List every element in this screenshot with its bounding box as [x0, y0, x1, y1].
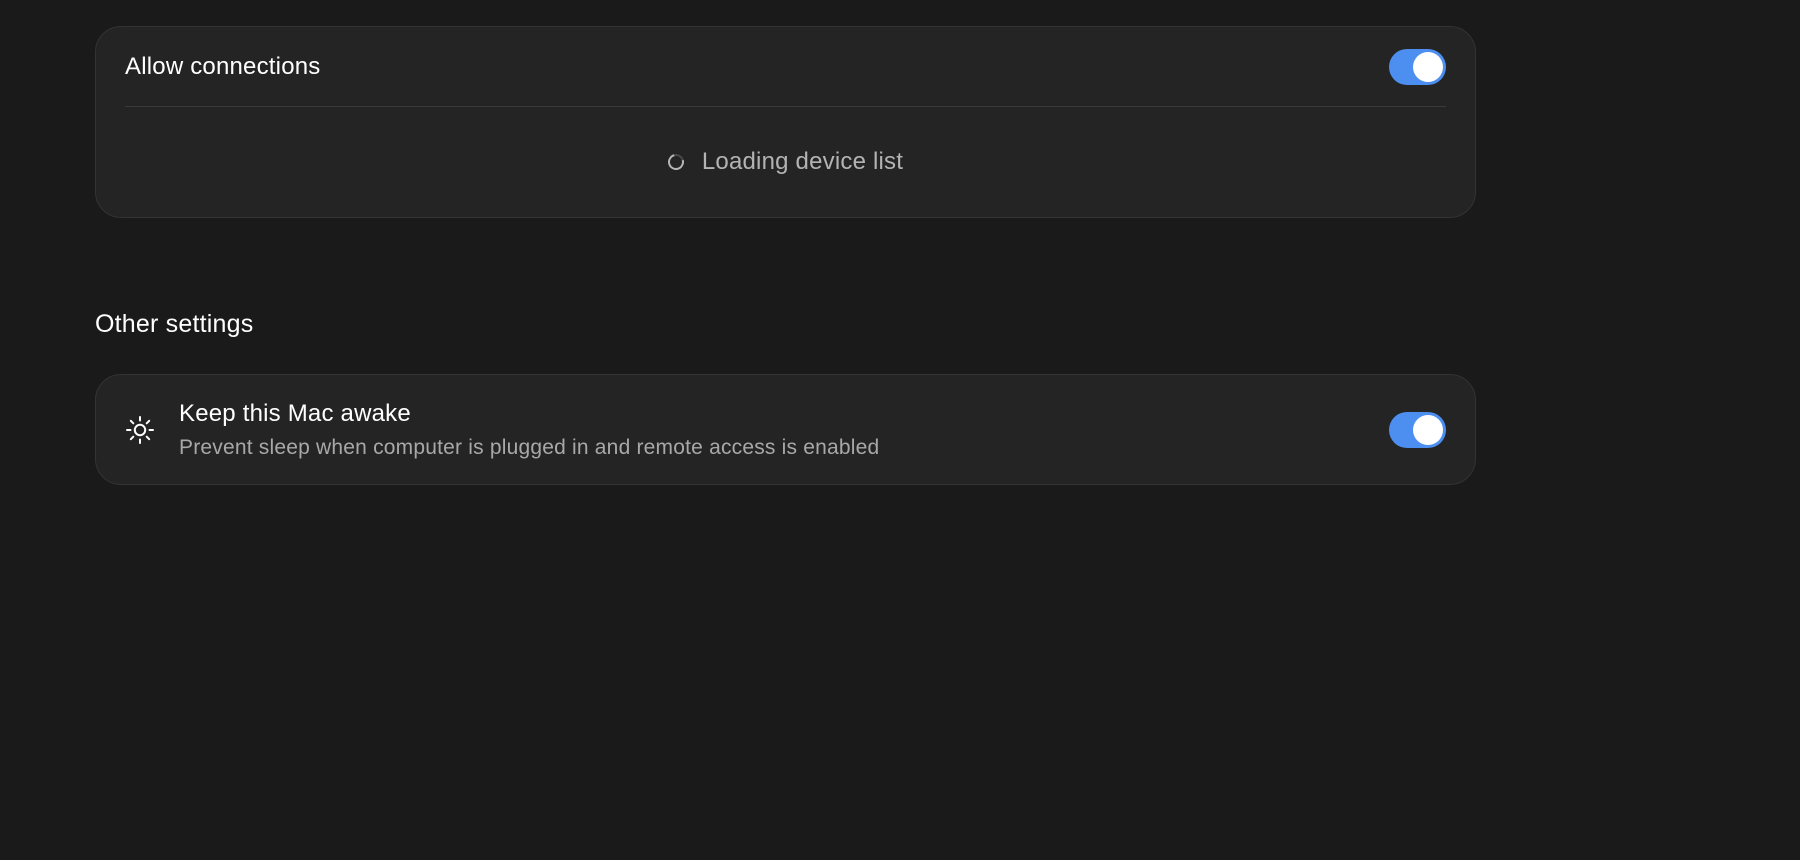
allow-connections-label: Allow connections	[125, 52, 321, 80]
device-list-loading: Loading device list	[96, 107, 1475, 217]
loading-text: Loading device list	[701, 148, 904, 175]
keep-awake-row: Keep this Mac awake Prevent sleep when c…	[125, 375, 1446, 484]
keep-awake-text: Keep this Mac awake Prevent sleep when c…	[179, 400, 1389, 460]
toggle-knob	[1413, 414, 1443, 445]
connections-card: Allow connections Loading device list	[95, 26, 1476, 218]
keep-awake-toggle[interactable]	[1389, 411, 1446, 448]
allow-connections-toggle[interactable]	[1389, 48, 1446, 85]
spinner-icon	[664, 151, 687, 173]
keep-awake-title: Keep this Mac awake	[179, 399, 411, 427]
allow-connections-row: Allow connections	[125, 27, 1446, 106]
keep-awake-description: Prevent sleep when computer is plugged i…	[179, 435, 880, 459]
section-title-other-settings: Other settings	[95, 310, 254, 338]
toggle-knob	[1413, 51, 1443, 82]
sun-icon	[126, 415, 154, 444]
settings-page: Allow connections Loading device list Ot…	[0, 0, 1800, 860]
other-settings-card: Keep this Mac awake Prevent sleep when c…	[95, 374, 1476, 485]
